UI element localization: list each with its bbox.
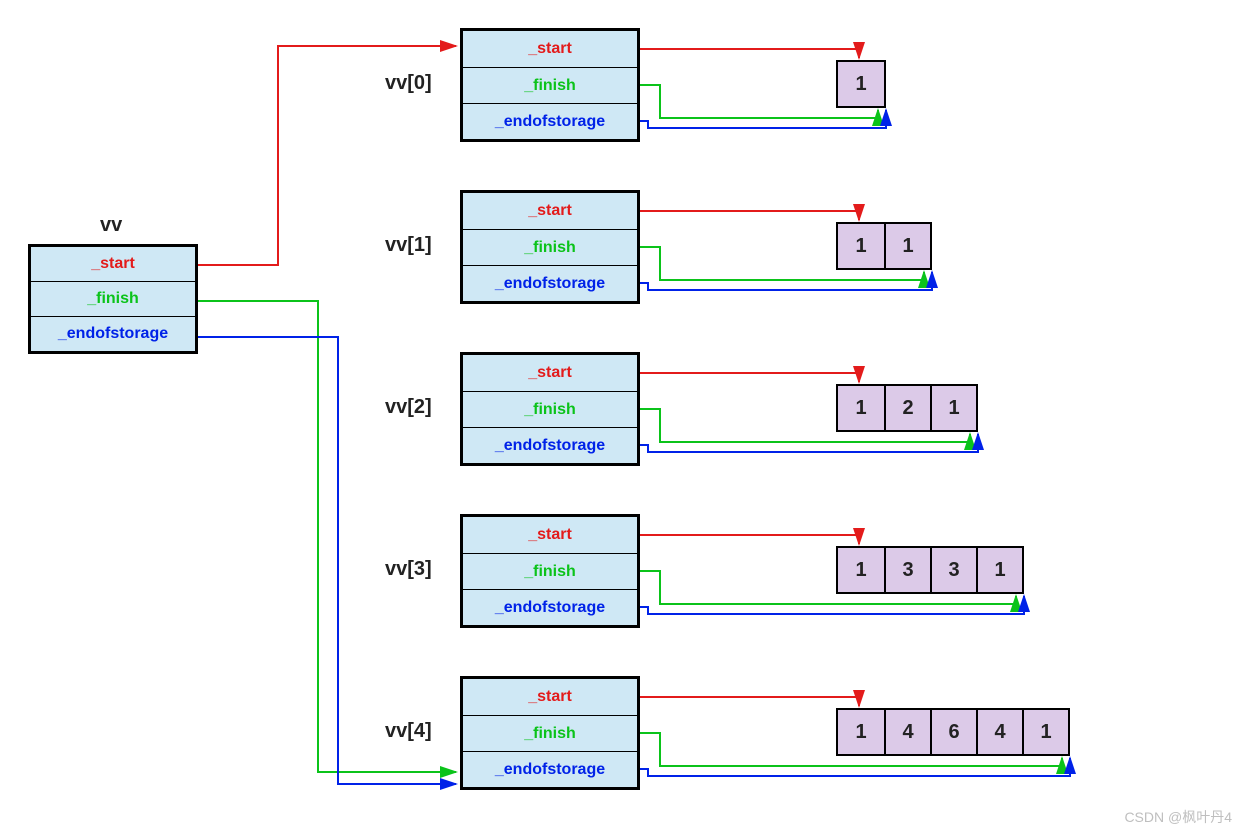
field-finish: _finish <box>463 553 637 589</box>
data-cells: 121 <box>836 384 978 432</box>
cell: 1 <box>976 548 1022 592</box>
data-cells: 14641 <box>836 708 1070 756</box>
data-cells: 1331 <box>836 546 1024 594</box>
cell: 3 <box>930 548 976 592</box>
cell: 1 <box>838 224 884 268</box>
field-end: _endofstorage <box>463 427 637 463</box>
row-label: vv[4] <box>385 720 432 743</box>
cell: 1 <box>838 548 884 592</box>
field-finish: _finish <box>463 229 637 265</box>
field-finish: _finish <box>463 715 637 751</box>
field-end: _endofstorage <box>463 103 637 139</box>
cell: 1 <box>930 386 976 430</box>
cell: 4 <box>884 710 930 754</box>
cell: 3 <box>884 548 930 592</box>
watermark: CSDN @枫叶丹4 <box>1124 807 1232 827</box>
root-vector: _start _finish _endofstorage <box>28 244 198 354</box>
cell: 1 <box>838 386 884 430</box>
inner-vector: _start_finish_endofstorage <box>460 352 640 466</box>
inner-vector: _start_finish_endofstorage <box>460 190 640 304</box>
inner-vector: _start_finish_endofstorage <box>460 514 640 628</box>
field-start: _start <box>463 517 637 553</box>
field-start: _start <box>463 31 637 67</box>
root-start: _start <box>31 247 195 281</box>
cell: 4 <box>976 710 1022 754</box>
data-cells: 11 <box>836 222 932 270</box>
inner-vector: _start_finish_endofstorage <box>460 28 640 142</box>
row-label: vv[1] <box>385 234 432 257</box>
root-endofstorage: _endofstorage <box>31 316 195 351</box>
field-end: _endofstorage <box>463 589 637 625</box>
cell: 1 <box>884 224 930 268</box>
field-end: _endofstorage <box>463 265 637 301</box>
field-finish: _finish <box>463 391 637 427</box>
inner-vector: _start_finish_endofstorage <box>460 676 640 790</box>
cell: 1 <box>1022 710 1068 754</box>
data-cells: 1 <box>836 60 886 108</box>
row-label: vv[0] <box>385 72 432 95</box>
cell: 6 <box>930 710 976 754</box>
cell: 2 <box>884 386 930 430</box>
cell: 1 <box>838 62 884 106</box>
field-start: _start <box>463 355 637 391</box>
field-end: _endofstorage <box>463 751 637 787</box>
root-label: vv <box>100 214 122 237</box>
cell: 1 <box>838 710 884 754</box>
row-label: vv[2] <box>385 396 432 419</box>
row-label: vv[3] <box>385 558 432 581</box>
field-start: _start <box>463 679 637 715</box>
field-start: _start <box>463 193 637 229</box>
field-finish: _finish <box>463 67 637 103</box>
root-finish: _finish <box>31 281 195 316</box>
